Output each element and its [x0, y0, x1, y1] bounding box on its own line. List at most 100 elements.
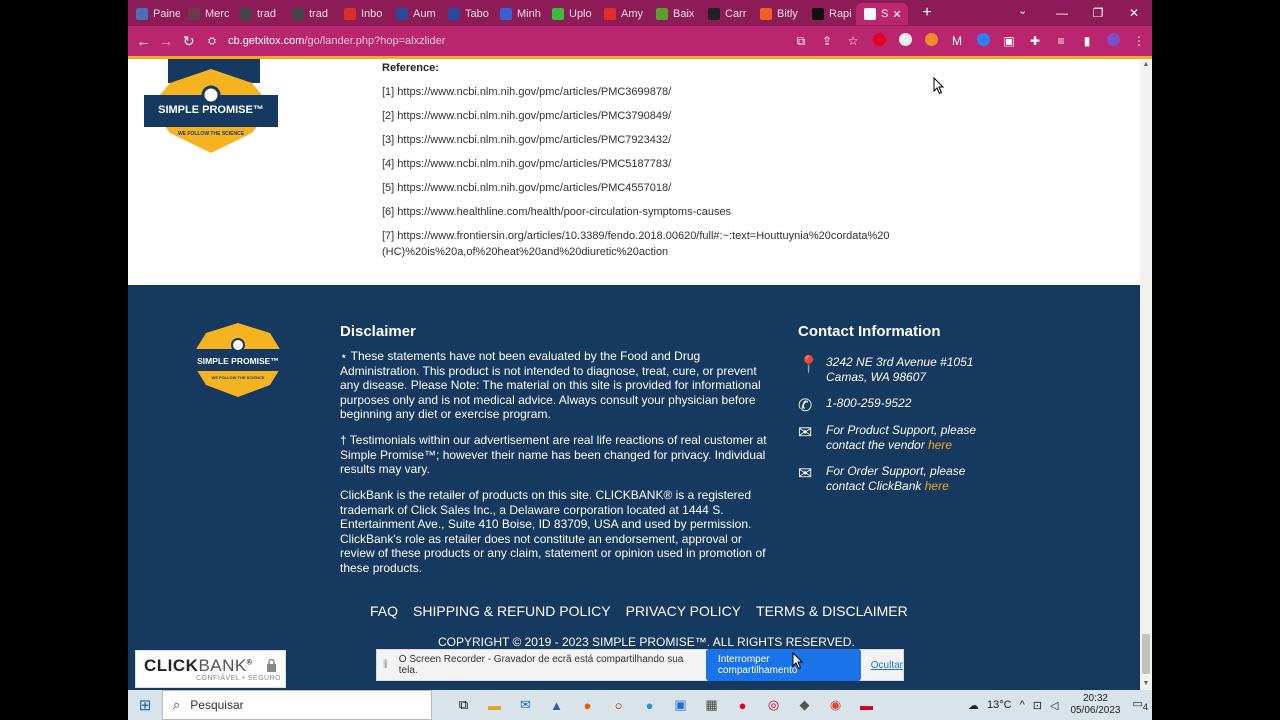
task-view-icon[interactable]: ⧉ [448, 697, 479, 713]
browser-tab[interactable]: Merc [180, 3, 232, 25]
browser-tab[interactable]: Tabo [440, 3, 492, 25]
restore-icon[interactable]: ❐ [1080, 6, 1116, 20]
clickbank-subtitle: CONFIÁVEL • SEGURO [196, 675, 282, 682]
product-support-link[interactable]: here [928, 438, 952, 452]
extension-blue-icon[interactable] [970, 33, 996, 49]
chrome-icon[interactable]: ◉ [820, 697, 851, 713]
close-window-icon[interactable]: ✕ [1116, 6, 1152, 20]
pinterest-app-icon[interactable]: ● [727, 698, 758, 713]
windows-start-icon[interactable]: ⊞ [128, 696, 162, 714]
browser-tab[interactable]: Inbo [336, 3, 388, 25]
tab-search-icon[interactable]: ⌄ [1018, 4, 1027, 17]
clickbank-trust-badge[interactable]: CLICKBANK® CONFIÁVEL • SEGURO [135, 650, 286, 688]
extension-m-icon[interactable]: M [944, 34, 970, 48]
extension-icons: ⧉ ⇪ ☆ M ▣ ✚ ≡ ▮ ⋮ [788, 33, 1152, 49]
hide-share-bar-link[interactable]: Ocultar [871, 660, 903, 671]
reference-link[interactable]: [7] https://www.frontiersin.org/articles… [382, 230, 890, 242]
doc-icon [448, 8, 460, 20]
reading-list-icon[interactable]: ≡ [1048, 34, 1074, 48]
address-bar[interactable]: ⛭ cb.getxitox.com/go/lander.php?hop=alxz… [208, 29, 778, 53]
testimonial-paragraph: † Testimonials within our advertisement … [340, 433, 767, 476]
notification-icon[interactable]: ▭4 [1133, 697, 1149, 712]
stop-sharing-button[interactable]: Interromper compartilhamento [705, 649, 861, 681]
browser-tab[interactable]: Rapi [804, 3, 856, 25]
side-panel-icon[interactable]: ▮ [1074, 34, 1100, 48]
menu-kebab-icon[interactable]: ⋮ [1126, 34, 1152, 48]
temperature[interactable]: 13°C [987, 699, 1012, 711]
reference-link[interactable]: [6] https://www.healthline.com/health/po… [382, 206, 731, 218]
browser-tab[interactable]: Aum [388, 3, 440, 25]
opera-icon[interactable]: ○ [603, 698, 634, 713]
pinterest-ext-icon[interactable] [866, 33, 892, 49]
footer-link-faq[interactable]: FAQ [370, 603, 398, 619]
browser-tab[interactable]: Amy [596, 3, 648, 25]
minimize-icon[interactable]: — [1044, 6, 1080, 20]
browser-tab[interactable]: Baix [648, 3, 700, 25]
page-scrollbar[interactable]: ▲ ▼ [1140, 59, 1152, 690]
reference-link-continuation[interactable]: (HC)%20is%20a,of%20heat%20and%20diuretic… [382, 246, 668, 258]
reference-link[interactable]: [4] https://www.ncbi.nlm.nih.gov/pmc/art… [382, 158, 671, 170]
close-tab-icon[interactable]: ✕ [892, 8, 901, 21]
logo-footer: SIMPLE PROMISE™ WE FOLLOW THE SCIENCE [186, 321, 290, 401]
forward-icon[interactable]: → [155, 33, 178, 49]
speaker-icon[interactable]: ◁ [1050, 699, 1058, 712]
reference-link[interactable]: [5] https://www.ncbi.nlm.nih.gov/pmc/art… [382, 182, 671, 194]
opera-gx-icon[interactable]: ◎ [758, 697, 789, 713]
scroll-thumb[interactable] [1142, 634, 1150, 674]
site-info-icon[interactable]: ⛭ [208, 36, 222, 47]
scroll-down-icon[interactable]: ▼ [1140, 678, 1152, 690]
address-line-1: 3242 NE 3rd Avenue #1051 [826, 355, 974, 369]
phone-number[interactable]: 1-800-259-9522 [826, 396, 911, 416]
reference-link[interactable]: [3] https://www.ncbi.nlm.nih.gov/pmc/art… [382, 134, 671, 146]
drag-handle-icon[interactable]: ⦀ [383, 659, 393, 672]
browser-tab[interactable]: Carr [700, 3, 752, 25]
mail-icon[interactable]: ✉ [510, 697, 541, 713]
store-icon[interactable]: ▣ [665, 697, 696, 713]
firefox-icon[interactable]: ● [572, 698, 603, 713]
file-explorer-icon[interactable]: ▬ [479, 698, 510, 713]
new-tab-button[interactable]: + [918, 4, 936, 22]
tab-label: Merc [205, 8, 230, 20]
browser-tab[interactable]: Minh [492, 3, 544, 25]
network-icon[interactable]: ⊡ [1033, 699, 1042, 712]
scroll-up-icon[interactable]: ▲ [1140, 59, 1152, 71]
azure-icon[interactable]: ▲ [541, 698, 572, 713]
browser-tab[interactable]: trad [232, 3, 284, 25]
footer-link-terms[interactable]: TERMS & DISCLAIMER [756, 603, 908, 619]
app-icon[interactable]: ◆ [789, 697, 820, 713]
profile-avatar-icon[interactable] [1100, 33, 1126, 49]
browser-tab[interactable]: Uplo [544, 3, 596, 25]
screen-recorder-icon[interactable]: ▣ [996, 34, 1022, 48]
logo-text: SIMPLE PROMISE [158, 104, 253, 116]
app-icon[interactable]: ▬ [851, 698, 882, 713]
extensions-puzzle-icon[interactable]: ✚ [1022, 34, 1048, 48]
extension-circle-icon[interactable] [892, 33, 918, 49]
edge-icon[interactable]: ● [634, 698, 665, 713]
reload-icon[interactable]: ↻ [177, 33, 200, 50]
reference-link[interactable]: [2] https://www.ncbi.nlm.nih.gov/pmc/art… [382, 110, 671, 122]
window-controls: — ❐ ✕ [1044, 0, 1152, 26]
tab-label: Uplo [569, 8, 592, 20]
browser-tab[interactable]: S ✕ [856, 3, 908, 25]
share-message: O Screen Recorder - Gravador de ecrã est… [398, 654, 684, 676]
product-support-text: For Product Support, please contact the … [826, 423, 977, 452]
browser-tab[interactable]: Paine [128, 3, 180, 25]
footer-link-privacy[interactable]: PRIVACY POLICY [626, 603, 741, 619]
share-icon[interactable]: ⇪ [814, 34, 840, 48]
calculator-icon[interactable]: ▦ [696, 697, 727, 713]
footer-link-shipping[interactable]: SHIPPING & REFUND POLICY [413, 603, 611, 619]
tray-chevron-icon[interactable]: ^ [1020, 699, 1025, 711]
browser-tab[interactable]: Bitly [752, 3, 804, 25]
svg-text:SIMPLE PROMISE™: SIMPLE PROMISE™ [158, 104, 264, 116]
clock[interactable]: 20:32 05/06/2023 [1070, 693, 1120, 717]
translate-page-icon[interactable]: ⧉ [788, 34, 814, 49]
back-icon[interactable]: ← [132, 33, 155, 49]
browser-tab[interactable]: trad [284, 3, 336, 25]
order-support-link[interactable]: here [925, 479, 949, 493]
weather-icon[interactable]: ☁ [968, 699, 979, 712]
extension-flame-icon[interactable] [918, 33, 944, 49]
taskbar-search[interactable]: ⌕ Pesquisar [162, 690, 432, 720]
market-icon [188, 8, 200, 20]
bookmark-star-icon[interactable]: ☆ [840, 34, 866, 48]
reference-link[interactable]: [1] https://www.ncbi.nlm.nih.gov/pmc/art… [382, 86, 671, 98]
